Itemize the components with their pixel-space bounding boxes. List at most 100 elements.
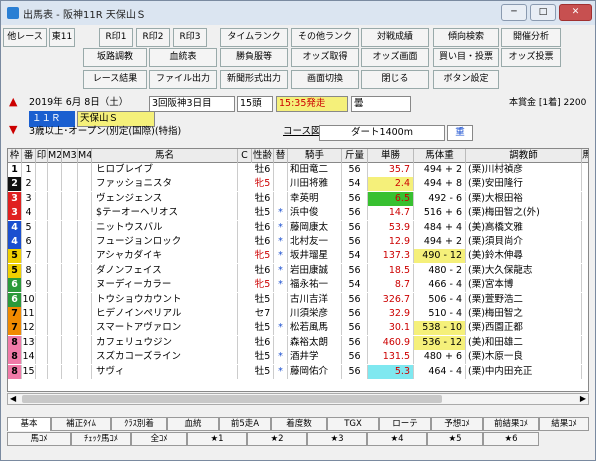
toolbar-button-row3-0[interactable]: レース結果 <box>83 70 147 89</box>
mark-cell[interactable] <box>36 307 48 321</box>
tab-tabs1-7[interactable]: ローテ <box>379 417 431 431</box>
table-row[interactable]: 4 5 ニットウスバル 牡6 * 藤岡康太 56 53.9 484 + 4 (美)高橋文雅 <box>8 220 588 235</box>
mark-cell[interactable] <box>36 163 48 177</box>
mark-cell[interactable] <box>78 191 92 206</box>
mark-cell[interactable] <box>62 263 78 278</box>
mark-cell[interactable] <box>78 350 92 365</box>
mark-cell[interactable] <box>48 206 62 221</box>
table-row[interactable]: 3 3 ヴェンジェンス 牡6 幸英明 56 6.5 492 - 6 (栗)大根田裕 <box>8 191 588 206</box>
table-row[interactable]: 6 10 トウショウカウント 牡5 古川吉洋 56 326.7 506 - 4 (栗)萱野浩二 <box>8 292 588 307</box>
tab-tabs1-3[interactable]: 血統 <box>167 417 219 431</box>
mark-cell[interactable] <box>78 235 92 249</box>
tab-tabs2-5[interactable]: ★3 <box>307 432 367 446</box>
horse-name-cell[interactable]: トウショウカウント <box>92 292 238 307</box>
table-row[interactable]: 7 12 スマートアヴァロン 牡5 * 松若風馬 56 30.1 538 - 10 (栗)西園正都 <box>8 321 588 336</box>
mark-cell[interactable] <box>48 292 62 307</box>
mark-cell[interactable] <box>36 350 48 365</box>
table-row[interactable]: 2 2 ファッショニスタ 牝5 川田将雅 54 2.4 494 + 8 (栗)安田隆行 <box>8 177 588 192</box>
horse-name-cell[interactable]: アシャカダイキ <box>92 249 238 264</box>
mark-cell[interactable] <box>78 292 92 307</box>
toolbar-button-row3-1[interactable]: ファイル出力 <box>149 70 217 89</box>
toolbar-button-row3-2[interactable]: 新聞形式出力 <box>220 70 288 89</box>
next-race-icon[interactable]: ▼ <box>9 123 17 137</box>
table-row[interactable]: 1 1 ヒロブレイブ 牡6 和田竜二 56 35.7 494 + 2 (栗)川村禎彦 <box>8 163 588 177</box>
mark-cell[interactable] <box>36 321 48 336</box>
toolbar-button-row2-3[interactable]: オッズ取得 <box>291 48 359 67</box>
horse-name-cell[interactable]: カフェリュウジン <box>92 335 238 350</box>
table-row[interactable]: 8 13 カフェリュウジン 牡6 森裕太朗 56 460.9 536 - 12 (美)和田雄二 <box>8 335 588 350</box>
tab-tabs2-8[interactable]: ★6 <box>483 432 539 446</box>
toolbar-button-row1-9[interactable]: 開催分析 <box>501 28 561 47</box>
maximize-button[interactable]: □ <box>530 4 556 21</box>
mark-cell[interactable] <box>62 278 78 293</box>
mark-cell[interactable] <box>48 278 62 293</box>
mark-cell[interactable] <box>62 220 78 235</box>
mark-cell[interactable] <box>78 220 92 235</box>
mark-cell[interactable] <box>78 278 92 293</box>
tab-tabs1-8[interactable]: 予想ｺﾒ <box>431 417 483 431</box>
mark-cell[interactable] <box>36 235 48 249</box>
horse-name-cell[interactable]: ヒロブレイブ <box>92 163 238 177</box>
mark-cell[interactable] <box>62 163 78 177</box>
horse-name-cell[interactable]: ニットウスバル <box>92 220 238 235</box>
horse-name-cell[interactable]: ヒデノインペリアル <box>92 307 238 321</box>
mark-cell[interactable] <box>62 335 78 350</box>
mark-cell[interactable] <box>36 263 48 278</box>
table-row[interactable]: 5 8 ダノンフェイス 牡6 * 岩田康誠 56 18.5 480 - 2 (栗)大久保龍志 <box>8 263 588 278</box>
toolbar-button-row1-1[interactable]: 東11 <box>49 28 75 47</box>
mark-cell[interactable] <box>62 177 78 192</box>
tab-tabs2-0[interactable]: 馬ｺﾒ <box>7 432 71 446</box>
tab-tabs2-2[interactable]: 全ｺﾒ <box>131 432 187 446</box>
mark-cell[interactable] <box>36 177 48 192</box>
scroll-right-icon[interactable]: ▶ <box>580 392 586 406</box>
mark-cell[interactable] <box>48 163 62 177</box>
tab-tabs1-4[interactable]: 前5走A <box>219 417 271 431</box>
toolbar-button-row1-2[interactable]: R印1 <box>99 28 133 47</box>
horse-name-cell[interactable]: $テーオーヘリオス <box>92 206 238 221</box>
toolbar-button-row1-3[interactable]: R印2 <box>136 28 170 47</box>
toolbar-button-row1-5[interactable]: タイムランク <box>220 28 288 47</box>
tab-tabs2-1[interactable]: ﾁｪｯｸ馬ｺﾒ <box>71 432 131 446</box>
mark-cell[interactable] <box>36 335 48 350</box>
mark-cell[interactable] <box>48 263 62 278</box>
mark-cell[interactable] <box>36 364 48 379</box>
horizontal-scrollbar[interactable]: ◀ ▶ <box>7 393 589 405</box>
mark-cell[interactable] <box>48 235 62 249</box>
toolbar-button-row2-0[interactable]: 坂路調教 <box>83 48 147 67</box>
mark-cell[interactable] <box>62 364 78 379</box>
horse-name-cell[interactable]: ヌーディーカラー <box>92 278 238 293</box>
scroll-thumb[interactable] <box>22 395 442 403</box>
tab-tabs1-2[interactable]: ｸﾗｽ別着 <box>111 417 167 431</box>
mark-cell[interactable] <box>62 321 78 336</box>
scroll-left-icon[interactable]: ◀ <box>10 392 16 406</box>
mark-cell[interactable] <box>48 177 62 192</box>
mark-cell[interactable] <box>36 249 48 264</box>
mark-cell[interactable] <box>78 249 92 264</box>
mark-cell[interactable] <box>78 307 92 321</box>
mark-cell[interactable] <box>62 235 78 249</box>
mark-cell[interactable] <box>62 206 78 221</box>
mark-cell[interactable] <box>48 191 62 206</box>
toolbar-button-row1-0[interactable]: 他レース <box>3 28 47 47</box>
mark-cell[interactable] <box>48 249 62 264</box>
mark-cell[interactable] <box>78 177 92 192</box>
mark-cell[interactable] <box>78 321 92 336</box>
toolbar-button-row3-3[interactable]: 画面切換 <box>291 70 359 89</box>
table-row[interactable]: 4 6 フュージョンロック 牡6 * 北村友一 56 12.9 494 + 2 (栗)須貝尚介 <box>8 235 588 249</box>
toolbar-button-row2-5[interactable]: 買い目・投票 <box>433 48 499 67</box>
tab-tabs2-6[interactable]: ★4 <box>367 432 427 446</box>
mark-cell[interactable] <box>78 335 92 350</box>
mark-cell[interactable] <box>78 364 92 379</box>
mark-cell[interactable] <box>48 364 62 379</box>
toolbar-button-row1-6[interactable]: その他ランク <box>291 28 359 47</box>
mark-cell[interactable] <box>48 335 62 350</box>
tab-tabs1-1[interactable]: 補正ﾀｲﾑ <box>51 417 111 431</box>
mark-cell[interactable] <box>48 307 62 321</box>
toolbar-button-row2-1[interactable]: 血統表 <box>149 48 217 67</box>
toolbar-button-row2-4[interactable]: オッズ画面 <box>361 48 429 67</box>
table-row[interactable]: 8 15 サヴィ 牡5 * 藤岡佑介 56 5.3 464 - 4 (栗)中内田充正 <box>8 364 588 379</box>
table-row[interactable]: 8 14 スズカコーズライン 牡5 * 酒井学 56 131.5 480 + 6 (栗)木原一良 <box>8 350 588 365</box>
tab-tabs1-10[interactable]: 結果ｺﾒ <box>539 417 589 431</box>
mark-cell[interactable] <box>62 191 78 206</box>
prev-race-icon[interactable]: ▲ <box>9 95 17 109</box>
